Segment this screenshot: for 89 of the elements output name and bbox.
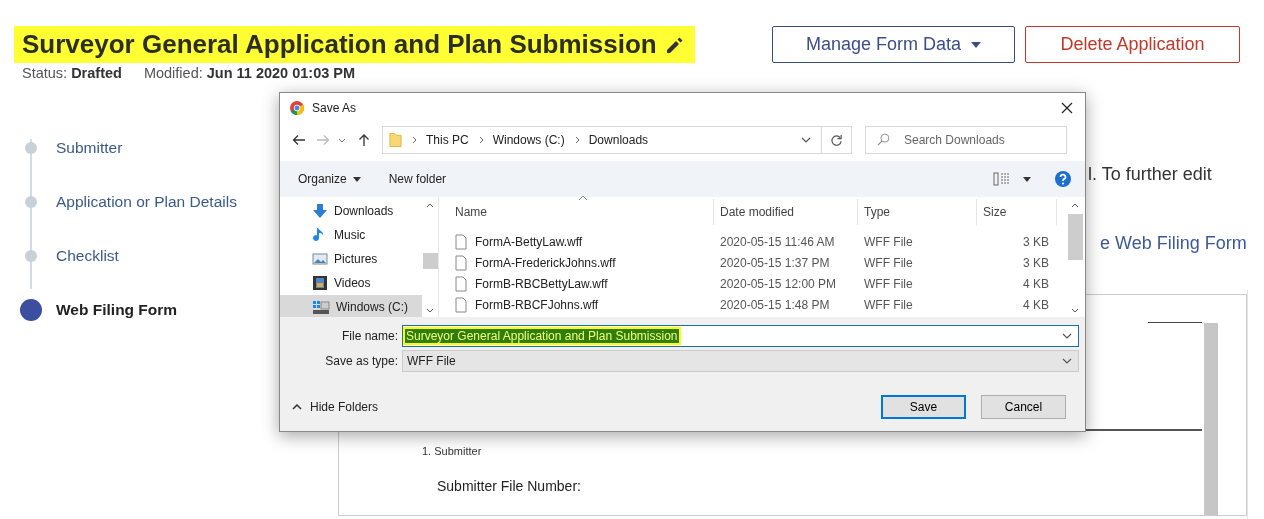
caret-icon [971, 41, 982, 48]
search-field[interactable]: Search Downloads [865, 126, 1067, 154]
scroll-down-icon[interactable] [426, 308, 434, 313]
chevron-icon [478, 136, 484, 144]
browser-icon [290, 101, 304, 115]
modified-value: Jun 11 2020 01:03 PM [206, 65, 356, 81]
status-value: Drafted [71, 65, 122, 81]
file-date: 2020-05-15 1:48 PM [719, 297, 831, 312]
instruction-text: l. To further edit [1088, 164, 1213, 185]
dialog-title: Save As [312, 101, 357, 115]
chevron-down-icon [1062, 333, 1072, 339]
cancel-button[interactable]: Cancel [981, 395, 1066, 419]
file-date: 2020-05-15 11:46 AM [719, 234, 836, 249]
organize-menu[interactable]: Organize [298, 172, 361, 186]
status-label: Status: [22, 65, 68, 81]
back-icon[interactable] [292, 134, 306, 146]
file-date: 2020-05-15 1:37 PM [719, 255, 831, 270]
folder-tree-item[interactable]: Music [280, 223, 422, 247]
application-title: Surveyor General Application and Plan Submission [22, 29, 657, 60]
download-arrow-icon [312, 203, 328, 219]
file-type: WFF File [863, 255, 914, 270]
pictures-icon [312, 251, 328, 267]
chevron-down-icon [1062, 358, 1072, 364]
caret-icon [352, 176, 361, 182]
breadcrumb-item[interactable]: Windows (C:) [492, 133, 565, 147]
chevron-up-icon [292, 404, 302, 410]
folder-tree-item[interactable]: Windows (C:) [280, 295, 422, 319]
search-icon [877, 133, 890, 146]
file-date: 2020-05-15 12:00 PM [719, 276, 838, 291]
drive-icon [312, 299, 330, 315]
delete-application-button[interactable]: Delete Application [1025, 26, 1240, 63]
new-folder-button[interactable]: New folder [388, 172, 447, 186]
folder-icon [389, 132, 402, 148]
file-type: WFF File [863, 276, 914, 291]
save-as-type-label: Save as type: [324, 354, 399, 368]
scroll-up-icon[interactable] [1071, 203, 1079, 208]
file-name[interactable]: FormA-FrederickJohns.wff [443, 254, 714, 271]
chevron-icon [412, 136, 417, 144]
file-icon [455, 296, 467, 313]
scrollbar-thumb[interactable] [422, 253, 438, 269]
file-type-dropdown[interactable]: WFF File [402, 350, 1079, 372]
scroll-down-icon[interactable] [1071, 308, 1079, 313]
file-size: 3 KB [1022, 255, 1050, 270]
file-name[interactable]: FormB-RBCFJohns.wff [443, 296, 714, 313]
chevron-icon [574, 136, 580, 144]
modified-label: Modified: [143, 65, 203, 81]
breadcrumb-item[interactable]: This PC [426, 133, 469, 147]
column-header[interactable]: Size [977, 199, 1057, 225]
help-icon[interactable] [1055, 171, 1071, 187]
manage-form-data-button[interactable]: Manage Form Data [772, 26, 1015, 63]
section-heading: 1. Submitter [422, 445, 483, 457]
film-icon [312, 275, 328, 291]
web-filing-form-link[interactable]: e Web Filing Form [1100, 233, 1247, 254]
file-icon [455, 275, 467, 292]
file-size: 3 KB [1022, 234, 1050, 249]
scroll-up-icon[interactable] [426, 203, 434, 208]
scrollbar-thumb[interactable] [1067, 214, 1083, 260]
folder-tree-item[interactable]: Videos [280, 271, 422, 295]
file-name-field[interactable]: Surveyor General Application and Plan Submission [402, 325, 1079, 347]
breadcrumb-item[interactable]: Downloads [588, 133, 649, 147]
step-link[interactable]: Web Filing Form [56, 301, 178, 319]
folder-tree-item[interactable]: Pictures [280, 247, 422, 271]
save-button[interactable]: Save [881, 395, 966, 419]
column-header[interactable]: Type [858, 199, 977, 225]
file-icon [455, 233, 467, 250]
column-header[interactable]: Date modified [714, 199, 858, 225]
file-name[interactable]: FormB-RBCBettyLaw.wff [443, 275, 714, 292]
field-label: Submitter File Number: [437, 478, 582, 494]
column-header[interactable]: Name [443, 199, 714, 225]
file-type: WFF File [863, 297, 914, 312]
file-size: 4 KB [1022, 276, 1050, 291]
close-icon[interactable] [1061, 102, 1073, 114]
scrollbar[interactable] [1203, 323, 1218, 515]
file-name-label: File name: [340, 329, 399, 343]
file-size: 4 KB [1022, 297, 1050, 312]
recent-chevron-icon[interactable] [338, 137, 346, 143]
refresh-icon [830, 133, 843, 147]
folder-tree-item[interactable]: Downloads [280, 199, 422, 223]
hide-folders-button[interactable]: Hide Folders [292, 400, 379, 414]
chevron-down-icon[interactable] [801, 137, 811, 143]
up-icon[interactable] [358, 133, 370, 147]
file-name[interactable]: FormA-BettyLaw.wff [443, 233, 714, 250]
step-link[interactable]: Submitter [56, 139, 123, 157]
step-link[interactable]: Application or Plan Details [56, 193, 237, 211]
file-type: WFF File [863, 234, 914, 249]
caret-icon[interactable] [1023, 176, 1031, 182]
address-bar[interactable]: This PC Windows (C:) Downloads [382, 126, 852, 154]
step-link[interactable]: Checklist [56, 247, 119, 265]
file-icon [455, 254, 467, 271]
